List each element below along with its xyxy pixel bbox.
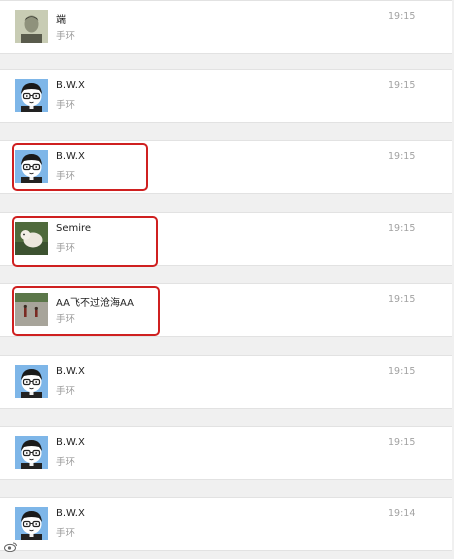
cartoon-boy-avatar	[15, 507, 48, 540]
weibo-logo-icon	[4, 541, 18, 555]
conversation-name: 端	[56, 15, 66, 26]
conversation-name: AA飞不过沧海AA	[56, 298, 134, 309]
conversation-name: Semire	[56, 223, 92, 234]
conversation-subtitle: 手环	[56, 386, 76, 397]
conversation-subtitle: 手环	[56, 528, 76, 539]
conversation-item[interactable]: 端手环 19:15	[0, 0, 452, 54]
conversation-item[interactable]: B.W.X 手环 19:14	[0, 497, 452, 551]
conversation-list: 端手环 19:15 B.W.X 手环 19:15 B.W.X 手环 19:15 Semire 手环…	[0, 0, 454, 559]
conversation-item[interactable]: B.W.X 手环 19:15	[0, 355, 452, 409]
conversation-time: 19:15	[388, 151, 416, 162]
cartoon-boy-avatar	[15, 436, 48, 469]
conversation-subtitle: 手环	[56, 243, 76, 254]
conversation-name: B.W.X	[56, 151, 85, 162]
conversation-name: B.W.X	[56, 80, 85, 91]
conversation-time: 19:15	[388, 294, 416, 305]
conversation-time: 19:15	[388, 366, 416, 377]
conversation-subtitle: 手环	[56, 171, 76, 182]
conversation-name: B.W.X	[56, 437, 85, 448]
cartoon-boy-avatar	[15, 365, 48, 398]
conversation-item[interactable]: B.W.X 手环 19:15	[0, 69, 452, 123]
conversation-item[interactable]: B.W.X 手环 19:15	[0, 140, 452, 194]
cartoon-boy-avatar	[15, 79, 48, 112]
photo-portrait-avatar	[15, 10, 48, 43]
conversation-time: 19:15	[388, 11, 416, 22]
conversation-subtitle: 手环	[56, 314, 76, 325]
conversation-name: B.W.X	[56, 508, 85, 519]
conversation-time: 19:15	[388, 80, 416, 91]
cartoon-boy-avatar	[15, 150, 48, 183]
conversation-item[interactable]: B.W.X 手环 19:15	[0, 426, 452, 480]
watermark	[4, 540, 18, 556]
conversation-time: 19:14	[388, 508, 416, 519]
conversation-name: B.W.X	[56, 366, 85, 377]
outdoor-photo-avatar	[15, 293, 48, 326]
conversation-subtitle: 手环	[56, 31, 76, 42]
conversation-item[interactable]: Semire 手环 19:15	[0, 212, 452, 266]
conversation-item[interactable]: AA飞不过沧海AA 手环 19:15	[0, 283, 452, 337]
dog-photo-avatar	[15, 222, 48, 255]
conversation-time: 19:15	[388, 437, 416, 448]
conversation-subtitle: 手环	[56, 457, 76, 468]
conversation-subtitle: 手环	[56, 100, 76, 111]
conversation-time: 19:15	[388, 223, 416, 234]
